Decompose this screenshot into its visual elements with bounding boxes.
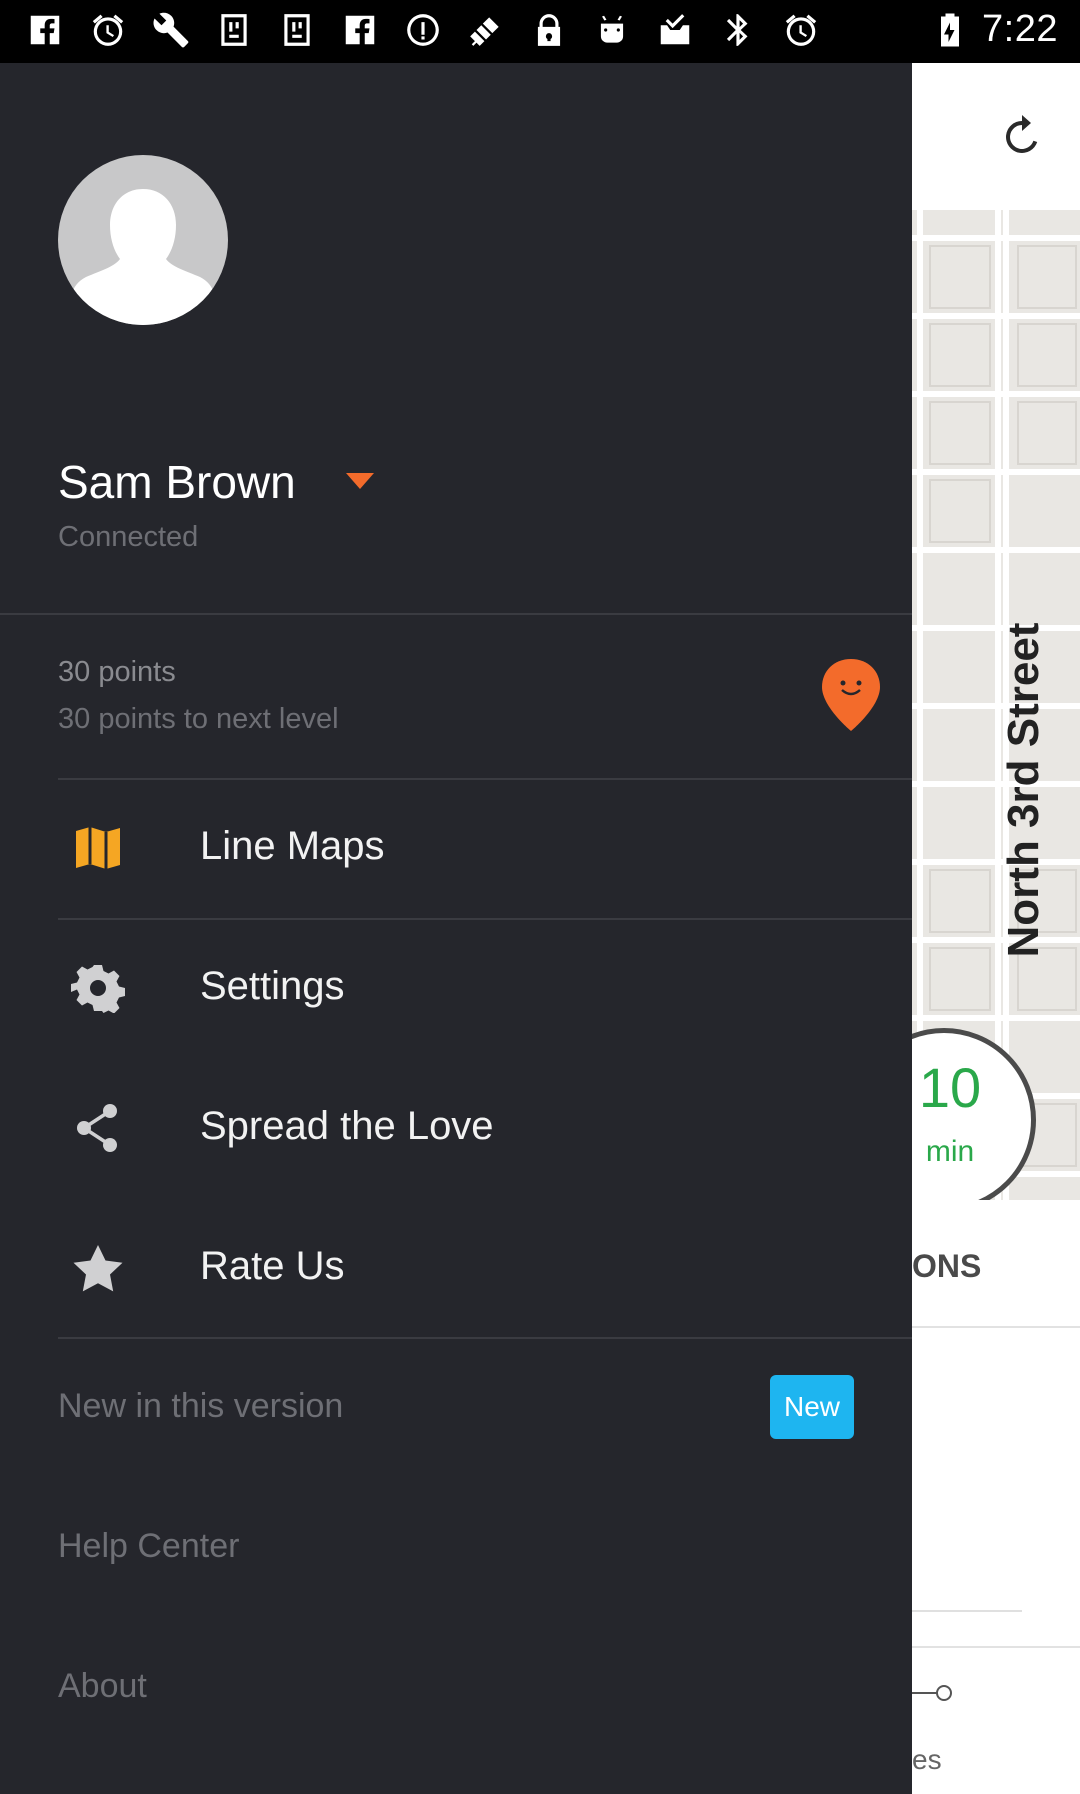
usb-debug-icon [276, 8, 317, 52]
menu-item-rate-us[interactable]: Rate Us [0, 1198, 912, 1338]
map-icon [70, 823, 126, 873]
refresh-icon [1006, 115, 1038, 153]
wrench-icon [150, 8, 191, 52]
points-total: 30 points [58, 656, 176, 688]
bg-tab-label: ONS [912, 1248, 982, 1284]
menu-item-new-in-this-version[interactable]: New in this version New [0, 1337, 912, 1477]
status-bar: 7:22 [0, 0, 1080, 63]
usb-debug-icon [213, 8, 254, 52]
info-circle-icon [402, 8, 443, 52]
new-badge: New [770, 1375, 854, 1439]
divider [912, 1610, 1022, 1612]
menu-label: Help Center [58, 1527, 240, 1565]
menu-item-settings[interactable]: Settings [0, 918, 912, 1058]
battery-charging-icon [941, 13, 960, 46]
caret-down-icon [346, 473, 374, 489]
fake-gps-icon [465, 8, 506, 52]
alarm-icon [780, 8, 821, 52]
menu-label: Line Maps [200, 824, 385, 868]
street-label: North 3rd Street [999, 622, 1048, 958]
refresh-button[interactable] [994, 109, 1050, 165]
menu-label: About [58, 1667, 147, 1705]
user-status: Connected [58, 521, 199, 553]
menu-label: Rate Us [200, 1244, 345, 1288]
menu-item-help-center[interactable]: Help Center [0, 1477, 912, 1617]
eta-unit: min [925, 1135, 975, 1168]
star-icon [70, 1243, 126, 1293]
menu-label: Spread the Love [200, 1104, 494, 1148]
divider [0, 613, 912, 615]
route-icon [912, 1685, 952, 1701]
bg-footer: es [912, 1646, 1080, 1794]
app-header [912, 63, 1080, 210]
gear-icon [70, 963, 126, 1014]
status-time: 7:22 [982, 8, 1058, 50]
user-silhouette-icon [72, 189, 214, 325]
menu-item-spread-the-love[interactable]: Spread the Love [0, 1058, 912, 1198]
level-pin-icon[interactable] [818, 657, 884, 733]
lock-icon [528, 8, 569, 52]
menu-item-about[interactable]: About [0, 1617, 912, 1757]
bg-footer-text: es [912, 1744, 942, 1775]
facebook-icon [24, 8, 65, 52]
background-app: North 3rd Street 10 min ONS es [912, 63, 1080, 1794]
bg-list [912, 1330, 1080, 1646]
menu-label: New in this version [58, 1387, 344, 1425]
menu-label: Settings [200, 964, 345, 1008]
avatar[interactable] [58, 155, 228, 325]
navigation-drawer: Sam Brown Connected 30 points 30 points … [0, 63, 912, 1794]
bluetooth-icon [717, 8, 758, 52]
map-view[interactable]: North 3rd Street 10 min [912, 210, 1080, 1200]
user-name: Sam Brown [58, 456, 296, 508]
alarm-icon [87, 8, 128, 52]
share-icon [70, 1103, 126, 1153]
menu-item-line-maps[interactable]: Line Maps [0, 778, 912, 918]
eta-value: 10 [918, 1056, 982, 1119]
android-icon [591, 8, 632, 52]
facebook-icon [339, 8, 380, 52]
points-next-level: 30 points to next level [58, 703, 339, 735]
account-dropdown-button[interactable] [340, 469, 380, 493]
tasks-icon [654, 8, 695, 52]
bg-tab[interactable]: ONS [912, 1200, 1080, 1328]
